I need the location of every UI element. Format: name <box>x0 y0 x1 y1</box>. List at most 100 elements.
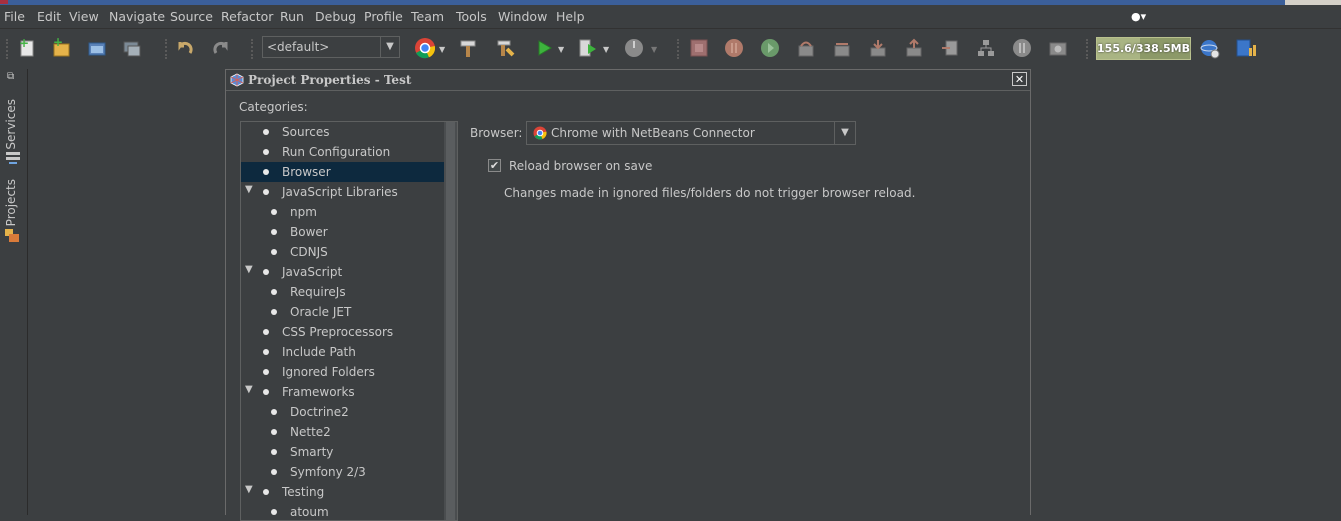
close-icon[interactable]: ✕ <box>1012 72 1027 86</box>
menu-edit[interactable]: Edit <box>37 9 61 24</box>
reload-on-save-label[interactable]: Reload browser on save <box>509 159 652 173</box>
stop-icon[interactable] <box>688 38 710 58</box>
configuration-select[interactable]: <default> ▼ <box>262 36 400 58</box>
category-node[interactable]: Nette2 <box>241 422 444 442</box>
category-node[interactable]: Run Configuration <box>241 142 444 162</box>
step-into-icon[interactable] <box>867 38 889 58</box>
menu-help[interactable]: Help <box>556 9 585 24</box>
bullet-icon <box>263 189 269 195</box>
category-node[interactable]: npm <box>241 202 444 222</box>
category-label: Sources <box>282 125 330 139</box>
menu-bar: File Edit View Navigate Source Refactor … <box>0 5 1341 27</box>
category-node[interactable]: Sources <box>241 122 444 142</box>
pause-icon[interactable] <box>723 38 745 58</box>
category-node[interactable]: Include Path <box>241 342 444 362</box>
category-node[interactable]: atoum <box>241 502 444 520</box>
menu-window[interactable]: Window <box>498 9 547 24</box>
category-node[interactable]: ▼ JavaScript Libraries <box>241 182 444 202</box>
tree-scrollbar[interactable] <box>444 122 457 520</box>
garbage-collect-icon[interactable] <box>1199 38 1221 59</box>
ignored-files-hint: Changes made in ignored files/folders do… <box>504 186 916 200</box>
profile-project-icon[interactable]: ▼ <box>622 38 660 58</box>
menu-source[interactable]: Source <box>170 9 213 24</box>
toolbar-grip[interactable] <box>165 39 169 59</box>
browser-select[interactable]: Chrome with NetBeans Connector ▼ <box>526 121 856 145</box>
build-hammer-icon[interactable] <box>457 38 479 58</box>
run-to-cursor-icon[interactable] <box>939 38 961 58</box>
category-node[interactable]: Bower <box>241 222 444 242</box>
debug-project-icon[interactable]: ▼ <box>576 38 612 58</box>
category-node[interactable]: ▼ Testing <box>241 482 444 502</box>
redo-icon[interactable] <box>210 38 232 58</box>
step-over-expression-icon[interactable] <box>831 38 853 58</box>
menu-profile[interactable]: Profile <box>364 9 403 24</box>
menu-team[interactable]: Team <box>411 9 444 24</box>
bullet-icon <box>263 129 269 135</box>
category-node[interactable]: Doctrine2 <box>241 402 444 422</box>
category-node[interactable]: CDNJS <box>241 242 444 262</box>
step-over-icon[interactable] <box>795 38 817 58</box>
toolbar-grip[interactable] <box>6 39 10 59</box>
bullet-icon <box>271 249 277 255</box>
menu-view[interactable]: View <box>69 9 99 24</box>
projects-icon[interactable] <box>4 227 20 243</box>
category-node[interactable]: Symfony 2/3 <box>241 462 444 482</box>
category-node[interactable]: ▼ JavaScript <box>241 262 444 282</box>
undo-icon[interactable] <box>174 38 196 58</box>
quick-search-icon[interactable]: ●▾ <box>1131 10 1146 23</box>
category-node[interactable]: RequireJs <box>241 282 444 302</box>
chrome-browser-icon[interactable]: ▼ <box>412 38 448 59</box>
toolbar-grip[interactable] <box>677 39 681 59</box>
toolbar-grip[interactable] <box>1086 39 1090 59</box>
category-node[interactable]: Oracle JET <box>241 302 444 322</box>
dialog-title-bar[interactable]: Project Properties - Test ✕ <box>226 70 1030 91</box>
pause-session-icon[interactable] <box>1011 38 1033 58</box>
reload-on-save-checkbox[interactable]: ✔ <box>488 159 501 172</box>
tab-services[interactable]: Services <box>4 99 18 150</box>
new-project-icon[interactable]: + <box>50 38 72 58</box>
menu-run[interactable]: Run <box>280 9 304 24</box>
expand-toggle-icon[interactable]: ▼ <box>245 184 257 195</box>
toolbar-grip[interactable] <box>251 39 255 59</box>
menu-debug[interactable]: Debug <box>315 9 356 24</box>
tree-scrollbar-thumb[interactable] <box>446 122 455 520</box>
category-label: CDNJS <box>290 245 328 259</box>
apply-code-changes-icon[interactable] <box>975 38 997 58</box>
tab-projects[interactable]: Projects <box>4 179 18 226</box>
project-properties-dialog: Project Properties - Test ✕ Categories: … <box>225 69 1031 521</box>
main-toolbar: + + <default> ▼ ▼ ▼ ▼ ▼ 155.6/338.5MB <box>0 28 1341 69</box>
categories-tree[interactable]: Sources Run Configuration Browser ▼ JavaScri… <box>240 121 458 521</box>
profile-snapshot-icon[interactable] <box>1234 38 1256 58</box>
chevron-down-icon[interactable]: ▼ <box>380 37 399 57</box>
side-tool-strip: ⧉ Services Projects <box>0 69 28 515</box>
category-node[interactable]: CSS Preprocessors <box>241 322 444 342</box>
menu-refactor[interactable]: Refactor <box>221 9 273 24</box>
dialog-title: Project Properties - Test <box>248 73 412 87</box>
clean-build-icon[interactable] <box>494 38 516 58</box>
chrome-icon <box>533 126 547 140</box>
category-node[interactable]: ▼ Frameworks <box>241 382 444 402</box>
expand-toggle-icon[interactable]: ▼ <box>245 384 257 395</box>
step-out-icon[interactable] <box>903 38 925 58</box>
continue-icon[interactable] <box>759 38 781 58</box>
take-snapshot-icon[interactable] <box>1047 38 1069 58</box>
menu-navigate[interactable]: Navigate <box>109 9 165 24</box>
category-node[interactable]: Browser <box>241 162 444 182</box>
services-icon[interactable] <box>5 151 21 165</box>
chevron-down-icon[interactable]: ▼ <box>834 122 855 144</box>
new-file-icon[interactable]: + <box>16 38 38 58</box>
menu-file[interactable]: File <box>4 9 25 24</box>
expand-toggle-icon[interactable]: ▼ <box>245 484 257 495</box>
svg-text:+: + <box>19 38 29 50</box>
category-label: JavaScript Libraries <box>282 185 398 199</box>
run-project-icon[interactable]: ▼ <box>533 38 567 58</box>
restore-icon[interactable]: ⧉ <box>7 71 14 82</box>
menu-tools[interactable]: Tools <box>456 9 487 24</box>
open-project-icon[interactable] <box>86 38 108 58</box>
category-label: CSS Preprocessors <box>282 325 394 339</box>
expand-toggle-icon[interactable]: ▼ <box>245 264 257 275</box>
close-project-icon[interactable] <box>121 38 143 58</box>
category-node[interactable]: Smarty <box>241 442 444 462</box>
category-node[interactable]: Ignored Folders <box>241 362 444 382</box>
memory-gauge[interactable]: 155.6/338.5MB <box>1096 37 1191 60</box>
